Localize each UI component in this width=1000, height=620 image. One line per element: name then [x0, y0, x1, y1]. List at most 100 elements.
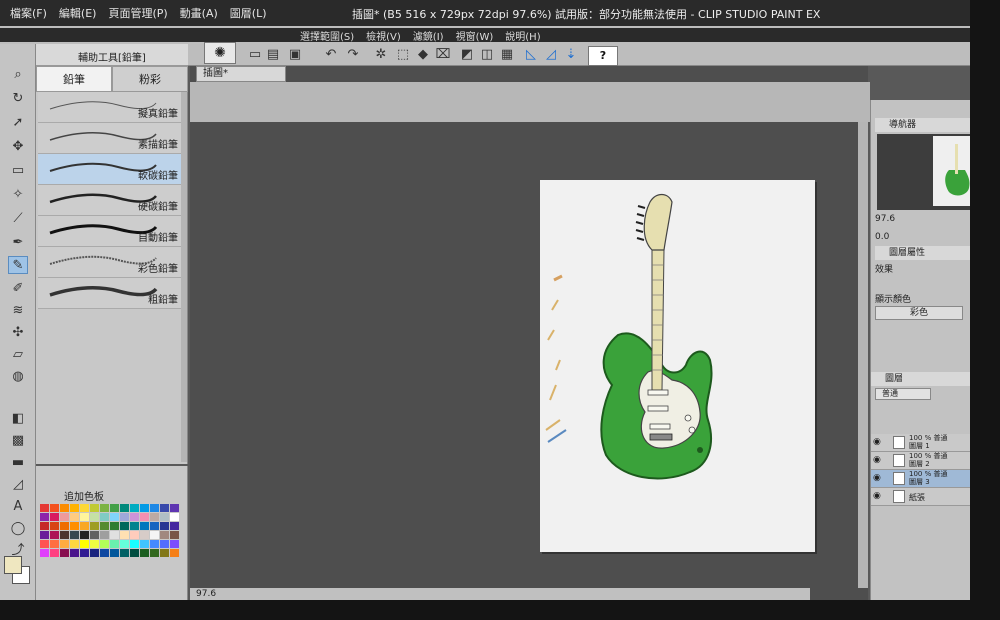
color-swatch[interactable]: [150, 549, 159, 557]
foreground-color-swatch[interactable]: [4, 556, 22, 574]
menu-animation[interactable]: 動畫(A): [174, 5, 224, 21]
color-swatch[interactable]: [60, 540, 69, 548]
color-swatch[interactable]: [80, 549, 89, 557]
operation-tool-icon[interactable]: ↻: [8, 90, 28, 108]
balloon-tool-icon[interactable]: ◯: [8, 520, 28, 538]
eye-icon[interactable]: ◉: [873, 491, 881, 501]
menu-layer[interactable]: 圖層(L): [224, 5, 273, 21]
blend-mode-select[interactable]: 普通: [875, 388, 931, 400]
clip-studio-logo-button[interactable]: ✺: [204, 42, 236, 64]
color-swatch[interactable]: [70, 531, 79, 539]
color-swatch[interactable]: [150, 513, 159, 521]
color-swatch[interactable]: [80, 504, 89, 512]
color-swatch[interactable]: [80, 540, 89, 548]
eraser-tool-icon[interactable]: ▱: [8, 346, 28, 364]
color-swatch[interactable]: [140, 549, 149, 557]
color-swatch[interactable]: [60, 531, 69, 539]
status-zoom[interactable]: 97.6: [196, 589, 216, 599]
eye-icon[interactable]: ◉: [873, 437, 881, 447]
color-swatch[interactable]: [80, 522, 89, 530]
subtool-scrollbar[interactable]: [181, 92, 187, 462]
brush-item[interactable]: 彩色鉛筆: [38, 247, 184, 278]
navigator-zoom-value[interactable]: 97.6: [875, 214, 895, 224]
snap-grid-icon[interactable]: ⇣: [562, 46, 580, 64]
menu-filter[interactable]: 濾鏡(I): [413, 28, 444, 43]
subtool-tab-pencil[interactable]: 鉛筆: [36, 66, 112, 92]
undo-icon[interactable]: ↶: [322, 46, 340, 64]
figure-tool-icon[interactable]: ▬: [8, 454, 28, 472]
color-swatch[interactable]: [110, 540, 119, 548]
menu-view[interactable]: 檢視(V): [366, 28, 401, 43]
color-swatch[interactable]: [170, 549, 179, 557]
color-swatch[interactable]: [140, 540, 149, 548]
color-swatch[interactable]: [110, 522, 119, 530]
canvas-vertical-scrollbar[interactable]: [858, 122, 868, 588]
airbrush-tool-icon[interactable]: ≋: [8, 302, 28, 320]
subtool-tab-pastel[interactable]: 粉彩: [112, 66, 188, 92]
canvas-paper[interactable]: [540, 180, 815, 552]
color-swatch[interactable]: [120, 540, 129, 548]
color-swatch[interactable]: [40, 504, 49, 512]
color-swatch[interactable]: [100, 549, 109, 557]
display-color-select[interactable]: 彩色: [875, 306, 963, 320]
color-swatch[interactable]: [140, 504, 149, 512]
new-file-icon[interactable]: ▭: [246, 46, 264, 64]
guide-icon[interactable]: ▦: [498, 46, 516, 64]
color-swatch[interactable]: [120, 513, 129, 521]
pencil-tool-icon[interactable]: ✎: [8, 256, 28, 274]
color-swatch[interactable]: [170, 513, 179, 521]
color-swatch[interactable]: [60, 504, 69, 512]
clear-icon[interactable]: ✲: [372, 46, 390, 64]
help-button[interactable]: ?: [588, 46, 618, 66]
color-swatch[interactable]: [70, 549, 79, 557]
color-swatch[interactable]: [150, 504, 159, 512]
color-swatch[interactable]: [170, 531, 179, 539]
color-swatch[interactable]: [160, 549, 169, 557]
color-swatch[interactable]: [160, 540, 169, 548]
color-swatch[interactable]: [70, 504, 79, 512]
move-tool-icon[interactable]: ➚: [8, 114, 28, 132]
save-icon[interactable]: ▣: [286, 46, 304, 64]
menu-page[interactable]: 頁面管理(P): [102, 5, 173, 21]
pen-tool-icon[interactable]: ✒: [8, 234, 28, 252]
gradient-tool-icon[interactable]: ◧: [8, 410, 28, 428]
menu-file[interactable]: 檔案(F): [4, 5, 53, 21]
color-swatch[interactable]: [160, 531, 169, 539]
color-swatch[interactable]: [80, 531, 89, 539]
color-swatch[interactable]: [90, 531, 99, 539]
color-swatch[interactable]: [100, 513, 109, 521]
snap-ruler-icon[interactable]: ◺: [522, 46, 540, 64]
selection-tool-icon[interactable]: ▭: [8, 162, 28, 180]
color-swatch[interactable]: [120, 522, 129, 530]
color-swatch-grid[interactable]: [40, 504, 179, 557]
color-swatch[interactable]: [40, 549, 49, 557]
color-swatch[interactable]: [40, 522, 49, 530]
color-swatch[interactable]: [110, 549, 119, 557]
snap-special-icon[interactable]: ◿: [542, 46, 560, 64]
redo-icon[interactable]: ↷: [344, 46, 362, 64]
color-swatch[interactable]: [140, 513, 149, 521]
color-swatch[interactable]: [170, 540, 179, 548]
decoration-tool-icon[interactable]: ✣: [8, 324, 28, 342]
color-swatch[interactable]: [70, 540, 79, 548]
color-swatch[interactable]: [40, 531, 49, 539]
fill-icon[interactable]: ◆: [414, 46, 432, 64]
color-swatch[interactable]: [100, 531, 109, 539]
color-swatch[interactable]: [50, 540, 59, 548]
color-swatch[interactable]: [150, 540, 159, 548]
text-tool-icon[interactable]: A: [8, 498, 28, 516]
eye-icon[interactable]: ◉: [873, 473, 881, 483]
menu-select[interactable]: 選擇範圍(S): [300, 28, 354, 43]
color-swatch[interactable]: [150, 531, 159, 539]
color-swatch[interactable]: [110, 531, 119, 539]
color-swatch[interactable]: [90, 540, 99, 548]
transform-icon[interactable]: ⬚: [394, 46, 412, 64]
color-swatch[interactable]: [50, 522, 59, 530]
ruler-tool-icon[interactable]: ◿: [8, 476, 28, 494]
brush-item[interactable]: 擬真鉛筆: [38, 92, 184, 123]
navigator-rotation-value[interactable]: 0.0: [875, 232, 889, 242]
color-swatch[interactable]: [130, 549, 139, 557]
fill-tool-icon[interactable]: ▩: [8, 432, 28, 450]
color-swatch[interactable]: [40, 540, 49, 548]
color-swatch[interactable]: [80, 513, 89, 521]
